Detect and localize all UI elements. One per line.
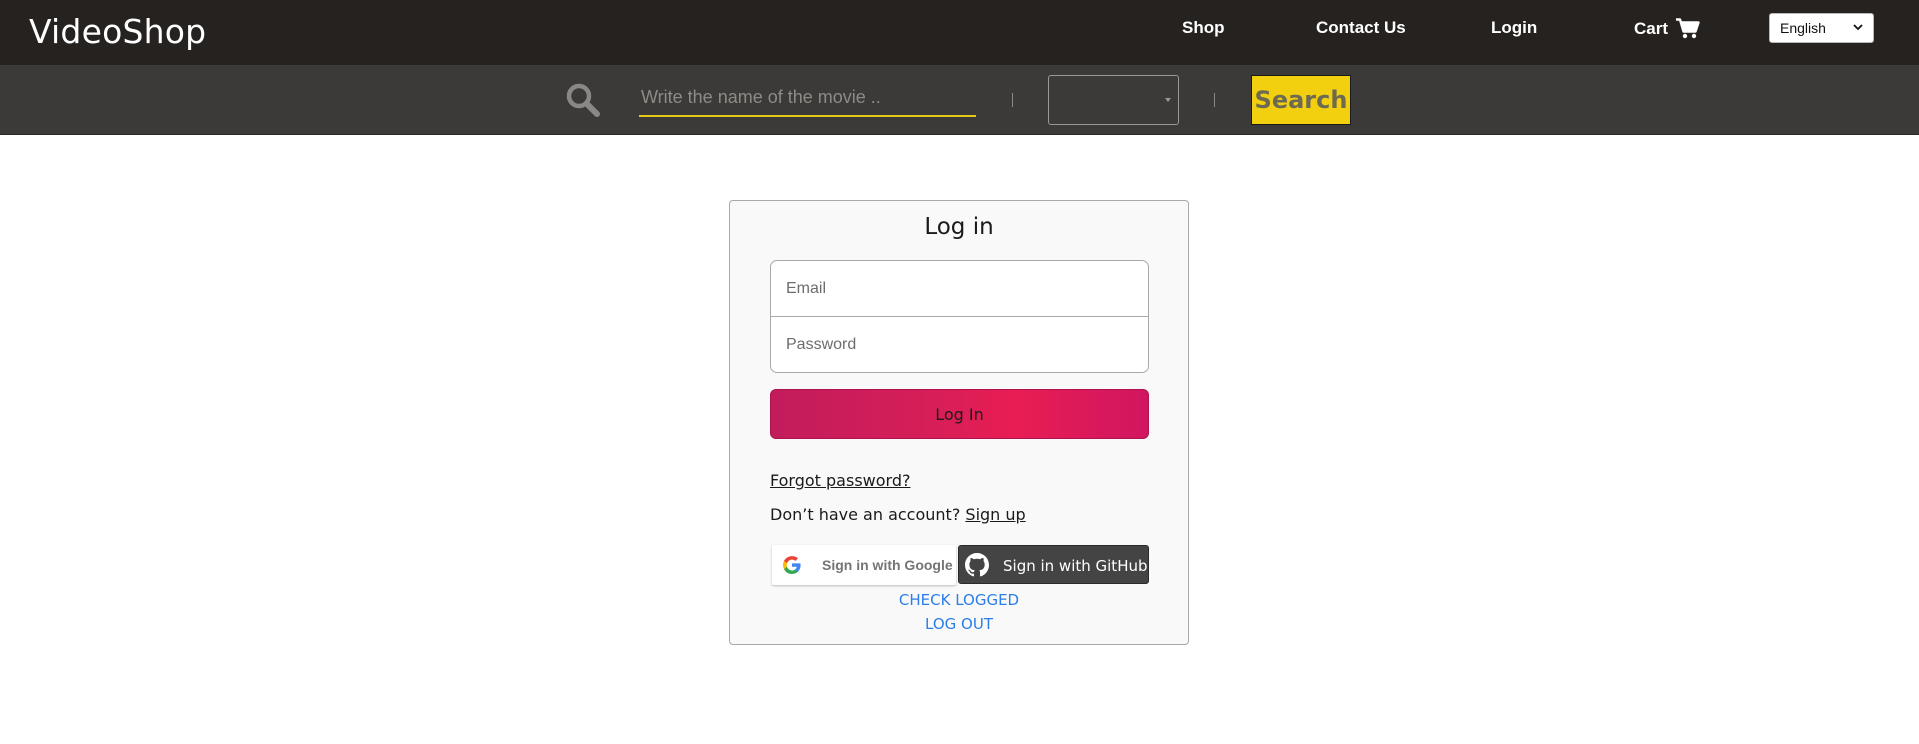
separator	[1214, 93, 1215, 107]
brand-logo[interactable]: VideoShop	[29, 12, 206, 51]
cart-icon	[1676, 18, 1700, 39]
language-select[interactable]: English	[1769, 13, 1874, 43]
signup-link[interactable]: Sign up	[965, 505, 1025, 524]
github-logo-icon	[965, 553, 989, 577]
top-navbar: VideoShop Shop Contact Us Login Cart Eng…	[0, 0, 1919, 65]
movie-search-input[interactable]	[639, 79, 976, 117]
nav-link-cart[interactable]: Cart	[1634, 18, 1700, 39]
dropdown-arrow-icon	[1165, 98, 1171, 102]
nav-link-login[interactable]: Login	[1491, 18, 1537, 38]
login-card: Log in Log In Forgot password? Don’t hav…	[729, 200, 1189, 645]
check-logged-button[interactable]: CHECK LOGGED	[730, 591, 1188, 609]
log-out-button[interactable]: LOG OUT	[730, 615, 1188, 633]
chevron-down-icon	[1853, 24, 1863, 31]
language-select-value: English	[1780, 20, 1826, 36]
google-signin-label: Sign in with Google	[822, 557, 953, 573]
google-signin-button[interactable]: Sign in with Google	[772, 545, 956, 585]
search-icon[interactable]	[565, 82, 601, 118]
email-field[interactable]	[770, 260, 1149, 317]
search-button[interactable]: Search	[1251, 75, 1351, 125]
github-signin-label: Sign in with GitHub	[1003, 557, 1148, 575]
google-logo-icon	[783, 556, 801, 574]
no-account-text: Don’t have an account?	[770, 505, 961, 524]
password-field[interactable]	[770, 316, 1149, 373]
search-bar: Search	[0, 65, 1919, 135]
nav-link-shop[interactable]: Shop	[1182, 18, 1225, 38]
forgot-password-link[interactable]: Forgot password?	[770, 471, 910, 490]
signup-prompt: Don’t have an account? Sign up	[770, 505, 1026, 524]
cart-label: Cart	[1634, 18, 1669, 38]
nav-link-contact-us[interactable]: Contact Us	[1316, 18, 1406, 38]
github-signin-button[interactable]: Sign in with GitHub	[958, 545, 1149, 584]
separator	[1012, 93, 1013, 107]
genre-select[interactable]	[1048, 75, 1179, 125]
login-button[interactable]: Log In	[770, 389, 1149, 439]
login-title: Log in	[924, 214, 994, 240]
